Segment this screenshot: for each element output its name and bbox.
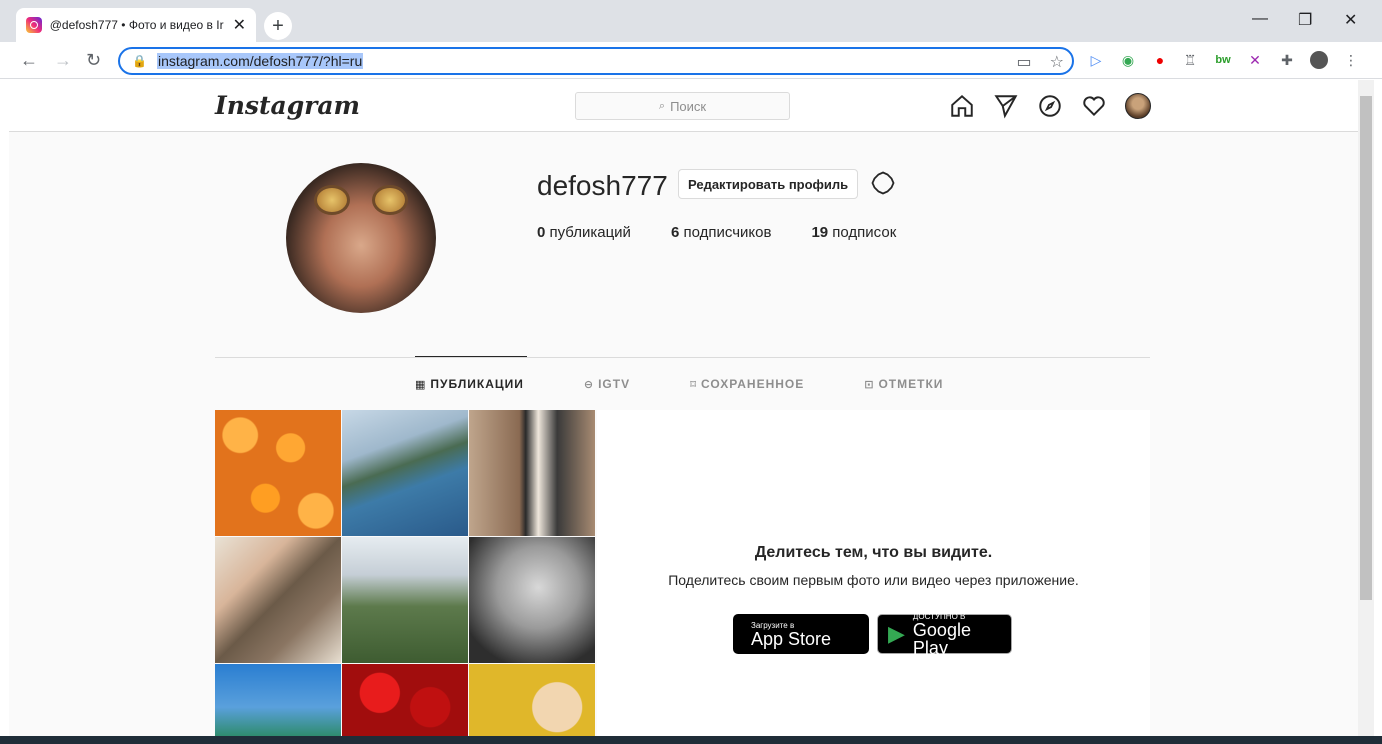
explore-compass-icon[interactable] [1037, 93, 1063, 119]
instagram-logo[interactable]: Instagram [215, 91, 360, 120]
sample-photo-oranges [215, 410, 341, 536]
posts-count: 0 публикаций [537, 224, 631, 241]
google-play-big-text: Google Play [912, 619, 971, 658]
window-close-icon[interactable]: ✕ [1344, 10, 1357, 30]
grid-icon: ▦ [415, 379, 427, 391]
home-icon[interactable] [949, 93, 975, 119]
settings-gear-icon[interactable] [871, 171, 895, 195]
profile-stats: 0 публикаций 6 подписчиков 19 подписок [537, 224, 896, 241]
instagram-favicon-icon [26, 17, 42, 33]
sample-photo-grid [215, 410, 596, 736]
sample-photo-dog [215, 537, 341, 663]
restore-icon[interactable]: ❐ [1298, 10, 1312, 30]
sample-photo-sky [215, 664, 341, 736]
profile-photo-detail [314, 185, 350, 215]
minimize-icon[interactable]: — [1252, 10, 1268, 28]
empty-state-title: Делитесь тем, что вы видите. [754, 544, 993, 561]
tab-posts[interactable]: ▦ ПУБЛИКАЦИИ [415, 377, 524, 391]
empty-state-panel: Делитесь тем, что вы видите. Поделитесь … [597, 410, 1150, 736]
sample-photo-cat [469, 664, 595, 736]
search-icon: ⌕ [658, 99, 666, 112]
activity-heart-icon[interactable] [1081, 93, 1107, 119]
page-scrollbar[interactable] [1358, 80, 1374, 736]
extension-circle-icon[interactable]: ◉ [1119, 51, 1137, 69]
install-app-icon[interactable]: ▭ [1017, 52, 1032, 72]
google-play-button[interactable]: ▶ ДОСТУПНО В Google Play [877, 612, 1012, 658]
header-avatar[interactable] [1125, 93, 1151, 119]
extension-play-icon[interactable]: ▷ [1087, 51, 1105, 69]
extension-cup-icon[interactable]: ♖ [1181, 51, 1199, 69]
profile-picture[interactable] [286, 163, 436, 313]
url-text[interactable]: instagram.com/defosh777/?hl=ru [156, 53, 364, 69]
search-input[interactable]: ⌕ Поиск [575, 92, 790, 120]
profile-tabs: ▦ ПУБЛИКАЦИИ ⊖ IGTV ⌑ СОХРАНЕННОЕ ⊡ ОТМЕТКИ [415, 377, 943, 391]
extensions-puzzle-icon[interactable]: ✚ [1278, 51, 1296, 69]
tab-tagged[interactable]: ⊡ ОТМЕТКИ [864, 377, 943, 391]
tab-saved[interactable]: ⌑ СОХРАНЕННОЕ [690, 377, 804, 391]
reload-icon[interactable]: ↻ [86, 50, 101, 71]
following-count[interactable]: 19 подписок [811, 224, 896, 241]
address-bar[interactable]: 🔒 instagram.com/defosh777/?hl=ru ▭ ☆ [118, 47, 1074, 75]
scrollbar-thumb[interactable] [1360, 96, 1372, 600]
profile-username: defosh777 [537, 170, 668, 201]
sample-photo-baby [469, 537, 595, 663]
close-tab-icon[interactable]: ✕ [233, 15, 246, 35]
extension-x-icon[interactable]: ✕ [1246, 51, 1264, 69]
browser-profile-avatar[interactable] [1310, 51, 1328, 69]
edit-profile-button[interactable]: Редактировать профиль [678, 169, 859, 199]
bookmark-star-icon[interactable]: ☆ [1050, 52, 1064, 72]
sample-photo-photobooth [469, 410, 595, 536]
forward-arrow-icon[interactable]: → [54, 50, 72, 71]
opera-icon[interactable]: ● [1151, 51, 1169, 69]
instagram-page: Instagram ⌕ Поиск defosh777 Редактироват… [9, 80, 1358, 736]
empty-state-subtitle: Поделитесь своим первым фото или видео ч… [668, 572, 1079, 588]
tab-igtv[interactable]: ⊖ IGTV [584, 377, 630, 391]
google-play-icon: ▶ [888, 621, 905, 646]
sample-photo-flowers [342, 664, 468, 736]
sample-photo-coast [342, 410, 468, 536]
os-taskbar [0, 736, 1382, 744]
active-tab-indicator [415, 356, 527, 357]
tab-title: @defosh777 • Фото и видео в Ir [49, 18, 224, 32]
browser-toolbar: ← → ↻ 🔒 instagram.com/defosh777/?hl=ru ▭… [0, 42, 1382, 79]
igtv-icon: ⊖ [583, 379, 595, 391]
new-tab-button[interactable]: + [264, 12, 292, 40]
search-placeholder: Поиск [670, 98, 707, 114]
tabs-divider [215, 357, 1150, 358]
browser-menu-icon[interactable]: ⋮ [1342, 51, 1360, 69]
lock-icon: 🔒 [132, 54, 147, 68]
app-store-big-text: App Store [751, 628, 832, 649]
bookmark-icon: ⌑ [690, 379, 698, 391]
app-store-button[interactable]: Загрузите в App Store [733, 614, 869, 654]
browser-tabstrip: @defosh777 • Фото и видео в Ir ✕ + — ❐ ✕ [0, 0, 1382, 42]
browser-tab[interactable]: @defosh777 • Фото и видео в Ir ✕ [16, 8, 256, 42]
followers-count[interactable]: 6 подписчиков [671, 224, 771, 241]
extension-bw-icon[interactable]: bw [1214, 51, 1232, 69]
profile-photo-detail [372, 185, 408, 215]
instagram-nav [949, 93, 1151, 119]
sample-photo-cactus [342, 537, 468, 663]
tag-icon: ⊡ [864, 379, 875, 391]
direct-icon[interactable] [993, 93, 1019, 119]
instagram-header: Instagram ⌕ Поиск [9, 80, 1358, 132]
back-arrow-icon[interactable]: ← [20, 50, 38, 71]
